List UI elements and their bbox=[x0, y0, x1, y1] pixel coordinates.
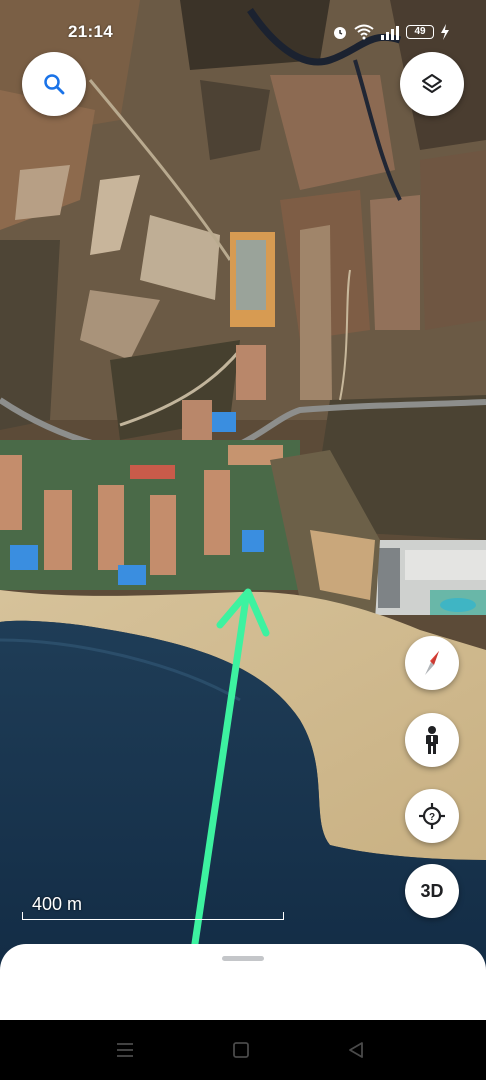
back-icon bbox=[349, 1042, 363, 1058]
battery-level: 49 bbox=[414, 26, 426, 37]
scale-bar: 400 m bbox=[22, 892, 286, 922]
status-icons: 49 bbox=[332, 22, 450, 42]
alarm-icon bbox=[334, 27, 346, 39]
nav-menu-button[interactable] bbox=[113, 1038, 137, 1062]
my-location-icon: ? bbox=[419, 803, 445, 829]
svg-text:?: ? bbox=[429, 812, 435, 823]
status-time: 21:14 bbox=[68, 22, 113, 41]
search-button[interactable] bbox=[22, 52, 86, 116]
system-nav-bar bbox=[0, 1020, 486, 1080]
charging-icon bbox=[441, 24, 449, 40]
compass-icon bbox=[425, 651, 439, 675]
3d-toggle-button[interactable]: 3D bbox=[405, 864, 459, 918]
wifi-icon bbox=[354, 24, 374, 40]
pegman-icon bbox=[426, 726, 438, 754]
my-location-button[interactable]: ? bbox=[405, 789, 459, 843]
street-view-button[interactable] bbox=[405, 713, 459, 767]
scale-line bbox=[22, 912, 284, 920]
app-screen: 21:14 49 ? 3D 400 m bbox=[0, 0, 486, 1080]
signal-icon bbox=[381, 26, 399, 40]
layers-icon bbox=[422, 74, 442, 93]
search-icon bbox=[44, 74, 65, 95]
nav-home-button[interactable] bbox=[229, 1038, 253, 1062]
sheet-drag-handle[interactable] bbox=[222, 956, 264, 961]
battery-icon: 49 bbox=[406, 25, 434, 39]
layers-button[interactable] bbox=[400, 52, 464, 116]
3d-label: 3D bbox=[420, 880, 444, 901]
nav-back-button[interactable] bbox=[344, 1038, 368, 1062]
menu-icon bbox=[117, 1043, 133, 1057]
home-icon bbox=[233, 1042, 249, 1058]
status-bar: 21:14 49 bbox=[0, 0, 486, 64]
compass-button[interactable] bbox=[405, 636, 459, 690]
